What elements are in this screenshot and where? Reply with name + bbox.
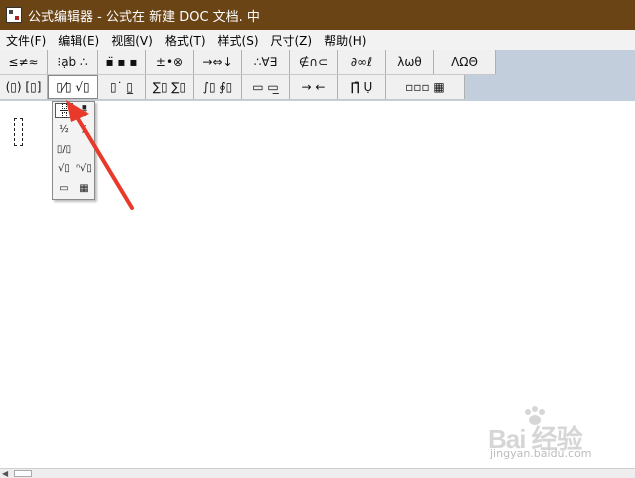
scrollbar-thumb[interactable] [14,470,32,477]
horizontal-scrollbar[interactable]: ◀ [0,468,635,478]
watermark-url: jingyan.baidu.com [490,447,592,460]
scroll-left-arrow-icon[interactable]: ◀ [2,470,8,478]
baidu-jingyan-watermark: Bai 经验 jingyan.baidu.com [480,405,600,465]
